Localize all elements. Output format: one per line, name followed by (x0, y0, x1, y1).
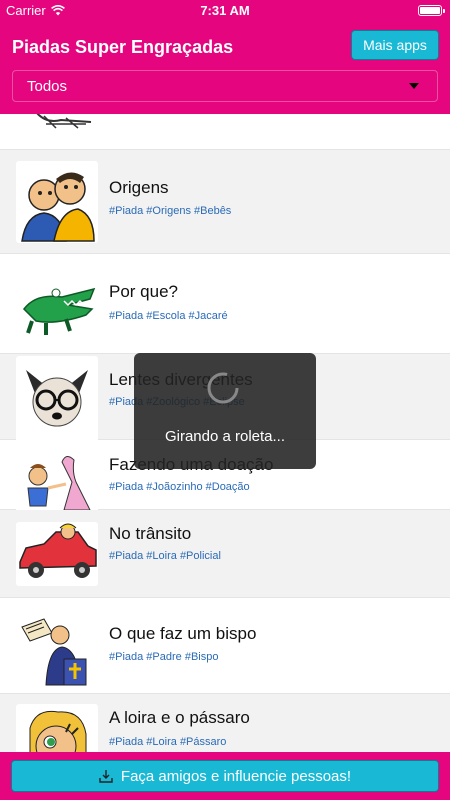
battery-icon (418, 5, 445, 16)
chevron-down-icon (409, 83, 419, 89)
loading-dialog: Girando a roleta... (134, 353, 316, 469)
list-item[interactable]: Origens #Piada #Origens #Bebês (0, 150, 450, 254)
joke-title: Por que? (109, 282, 178, 301)
joke-thumbnail (16, 161, 98, 243)
list-item[interactable]: Por que? #Piada #Escola #Jacaré (0, 254, 450, 354)
list-item[interactable]: No trânsito #Piada #Loira #Policial (0, 510, 450, 598)
list-item[interactable]: O que faz um bispo #Piada #Padre #Bispo (0, 598, 450, 694)
list-item[interactable]: A loira e o pássaro #Piada #Loira #Pássa… (0, 694, 450, 752)
app-header: Piadas Super Engraçadas Mais apps Todos (0, 22, 450, 114)
joke-title: No trânsito (109, 524, 192, 543)
joke-thumbnail (16, 522, 98, 586)
joke-tags: #Piada #Loira #Pássaro (109, 736, 227, 748)
category-filter-select[interactable]: Todos (12, 70, 438, 102)
share-button[interactable]: Faça amigos e influencie pessoas! (11, 760, 439, 792)
loading-message: Girando a roleta... (164, 428, 286, 445)
app-title: Piadas Super Engraçadas (12, 37, 234, 57)
joke-thumbnail (16, 432, 98, 514)
joke-thumbnail (16, 263, 98, 345)
status-bar: Carrier 7:31 AM (0, 0, 450, 22)
download-icon (99, 770, 113, 783)
joke-thumbnail (16, 704, 98, 752)
list-item[interactable] (0, 114, 450, 150)
joke-tags: #Piada #Loira #Policial (109, 550, 221, 562)
bottom-bar: Faça amigos e influencie pessoas! (0, 752, 450, 800)
joke-thumbnail (16, 114, 98, 132)
joke-thumbnail (16, 356, 98, 438)
joke-thumbnail (16, 605, 98, 687)
joke-title: O que faz um bispo (109, 624, 257, 643)
filter-value: Todos (27, 78, 68, 95)
loading-spinner-icon (207, 372, 239, 404)
joke-tags: #Piada #Joãozinho #Doação (109, 481, 250, 493)
clock: 7:31 AM (200, 3, 250, 18)
joke-tags: #Piada #Padre #Bispo (109, 651, 219, 663)
joke-title: Origens (109, 178, 169, 197)
joke-title: A loira e o pássaro (109, 708, 250, 727)
more-apps-button[interactable]: Mais apps (351, 30, 439, 60)
share-label: Faça amigos e influencie pessoas! (120, 767, 352, 785)
joke-tags: #Piada #Escola #Jacaré (109, 310, 228, 322)
joke-tags: #Piada #Origens #Bebês (109, 205, 232, 217)
